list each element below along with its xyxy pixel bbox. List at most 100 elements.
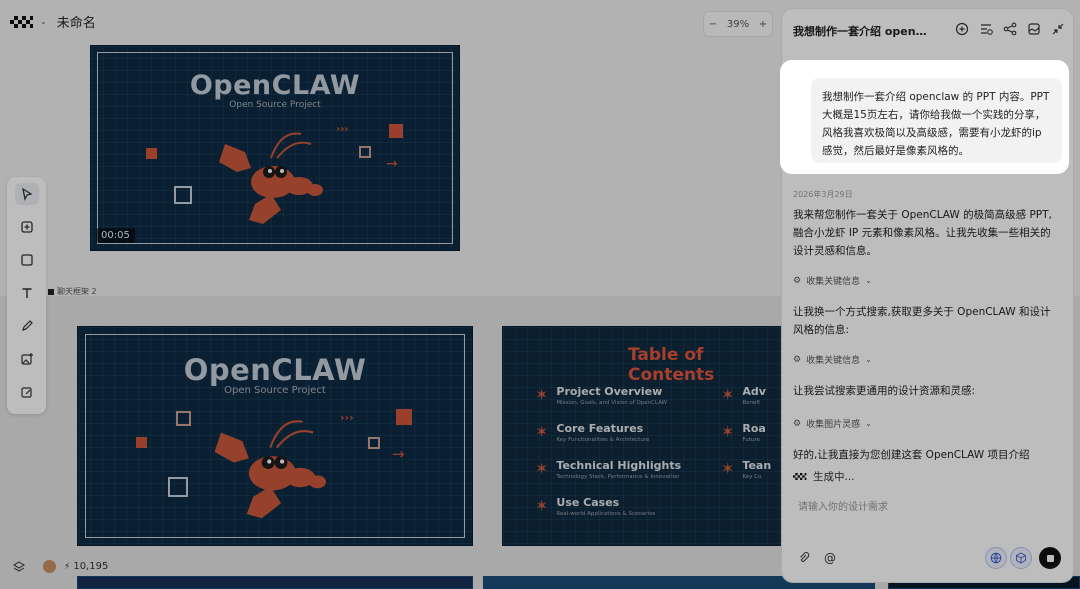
pen-icon <box>21 320 33 331</box>
lobster-icon: ✶ <box>535 496 549 515</box>
generating-text: 生成中... <box>813 471 855 483</box>
slide-title: OpenCLAW <box>189 70 361 101</box>
tool-call-label: 收集关键信息 <box>806 356 861 366</box>
pen-tool[interactable] <box>15 315 39 337</box>
image-generate-tool[interactable] <box>15 348 39 370</box>
toc-item-title: Technical Highlights <box>556 459 682 472</box>
assistant-message: 让我换一个方式搜索,获取更多关于 OpenCLAW 和设计风格的信息: <box>793 306 1051 336</box>
new-chat-icon[interactable] <box>955 22 969 36</box>
bottom-status: ⚡ 10,195 <box>13 560 108 573</box>
select-tool[interactable] <box>14 183 39 205</box>
tool-call-collapsible[interactable]: ⚙ 收集图片灵感 ⌄ <box>793 417 872 431</box>
avatar[interactable] <box>43 560 56 573</box>
arrow-icon: ››› <box>336 124 349 135</box>
gear-icon: ⚙ <box>793 275 802 286</box>
top-bar: ⌄ 未命名 <box>10 12 96 31</box>
toc-item-title: Tean <box>742 459 772 472</box>
message-date: 2026年3月29日 <box>793 190 853 199</box>
arrow-icon: → <box>386 156 398 172</box>
app-logo-icon[interactable] <box>10 13 34 31</box>
zoom-out-button[interactable]: − <box>709 19 717 30</box>
zoom-control: − 39% + <box>703 11 773 37</box>
slide-thumbnail[interactable] <box>77 576 473 589</box>
chevron-down-icon[interactable]: ⌄ <box>40 17 47 26</box>
lobster-icon <box>214 420 327 519</box>
cursor-icon <box>21 187 33 201</box>
toc-item-desc: Mission, Goals, and Vision of OpenCLAW <box>556 400 668 406</box>
lobster-icon: ✶ <box>721 422 735 441</box>
deco-square <box>396 409 412 425</box>
gear-icon: ⚙ <box>793 354 802 365</box>
text-icon <box>22 288 31 298</box>
assistant-message: 我来帮您制作一套关于 OpenCLAW 的极简高级感 PPT,融合小龙虾 IP … <box>793 209 1052 257</box>
zoom-level[interactable]: 39% <box>727 19 749 30</box>
slide-table-of-contents[interactable]: Table of Contents ✶ Project Overview Miss… <box>502 326 782 546</box>
rectangle-tool[interactable] <box>15 249 39 271</box>
globe-icon <box>990 552 1002 564</box>
model-toggle[interactable] <box>1010 547 1032 569</box>
chat-input[interactable]: 请输入你的设计需求 <box>798 498 888 513</box>
share-icon[interactable] <box>1003 22 1017 36</box>
deco-square <box>359 146 371 158</box>
project-title[interactable]: 未命名 <box>57 12 96 31</box>
mention-button[interactable]: @ <box>819 547 841 569</box>
lobster-icon: ✶ <box>721 459 735 478</box>
arrow-icon: → <box>392 445 405 463</box>
lobster-icon: ✶ <box>721 385 735 404</box>
image-plus-icon <box>20 353 33 365</box>
slide-video-thumbnail[interactable]: OpenCLAW Open Source Project ››› → <box>90 45 460 251</box>
history-icon[interactable] <box>979 22 993 36</box>
user-message: 我想制作一套介绍 openclaw 的 PPT 内容。PPT 大概是15页左右，… <box>811 78 1062 163</box>
toc-item: ✶ Tean Key Co <box>721 459 771 480</box>
toc-item-title: Use Cases <box>556 496 620 509</box>
edit-upload-tool[interactable] <box>15 381 39 403</box>
deco-square <box>176 411 191 426</box>
collapse-icon[interactable] <box>1051 22 1065 36</box>
toc-item-title: Core Features <box>556 422 644 435</box>
toc-item-title: Roa <box>742 422 766 435</box>
assistant-message: 好的,让我直接为您创建这套 OpenCLAW 项目介绍 <box>793 449 1030 461</box>
attach-button[interactable] <box>793 547 815 569</box>
lightning-icon: ⚡ <box>64 561 71 572</box>
chat-title: 我想制作一套介绍 opencla... <box>793 25 933 38</box>
add-frame-icon <box>20 221 33 233</box>
toc-item-desc: Technology Stack, Performance & Innovati… <box>556 474 680 480</box>
lobster-icon: ✶ <box>535 385 549 404</box>
slide-subtitle: Open Source Project <box>224 385 326 396</box>
tool-call-collapsible[interactable]: ⚙ 收集关键信息 ⌄ <box>793 274 872 288</box>
deco-square <box>168 477 188 497</box>
tool-call-label: 收集关键信息 <box>806 277 861 287</box>
rectangle-icon <box>20 254 33 266</box>
credits-count: 10,195 <box>73 561 109 572</box>
add-frame-tool[interactable] <box>15 216 39 238</box>
arrow-icon: ››› <box>340 411 354 424</box>
stop-button[interactable] <box>1039 547 1061 569</box>
deco-square <box>136 437 147 448</box>
left-toolbar <box>7 177 46 414</box>
video-duration: 00:05 <box>96 228 135 243</box>
toc-item: ✶ Core Features Key Functionalities & Arc… <box>535 422 649 443</box>
web-search-toggle[interactable] <box>985 547 1007 569</box>
toc-item: ✶ Roa Future <box>721 422 766 443</box>
frame-label-text: 聊天框架 2 <box>57 287 97 296</box>
tool-call-label: 收集图片灵感 <box>806 420 861 430</box>
assistant-message: 让我尝试搜索更通用的设计资源和灵感: <box>793 385 976 397</box>
lobster-icon: ✶ <box>535 459 549 478</box>
cube-icon <box>1016 552 1026 564</box>
lobster-icon: ✶ <box>535 422 549 441</box>
gear-icon: ⚙ <box>793 418 802 429</box>
frame-label[interactable]: 聊天框架 2 <box>48 286 97 297</box>
text-tool[interactable] <box>15 282 39 304</box>
deco-square <box>368 437 380 449</box>
toc-item-title: Project Overview <box>556 385 663 398</box>
layers-icon[interactable] <box>13 560 25 573</box>
chat-header: 我想制作一套介绍 opencla... <box>782 9 1073 53</box>
chevron-down-icon: ⌄ <box>865 276 872 285</box>
toc-item-desc: Key Co <box>742 474 762 480</box>
toc-item: ✶ Adv Benefi <box>721 385 766 406</box>
tool-call-collapsible[interactable]: ⚙ 收集关键信息 ⌄ <box>793 353 872 367</box>
zoom-in-button[interactable]: + <box>759 19 767 30</box>
gallery-icon[interactable] <box>1027 22 1041 36</box>
lobster-icon <box>219 132 323 224</box>
slide-cover[interactable]: OpenCLAW Open Source Project ››› → <box>77 326 473 546</box>
